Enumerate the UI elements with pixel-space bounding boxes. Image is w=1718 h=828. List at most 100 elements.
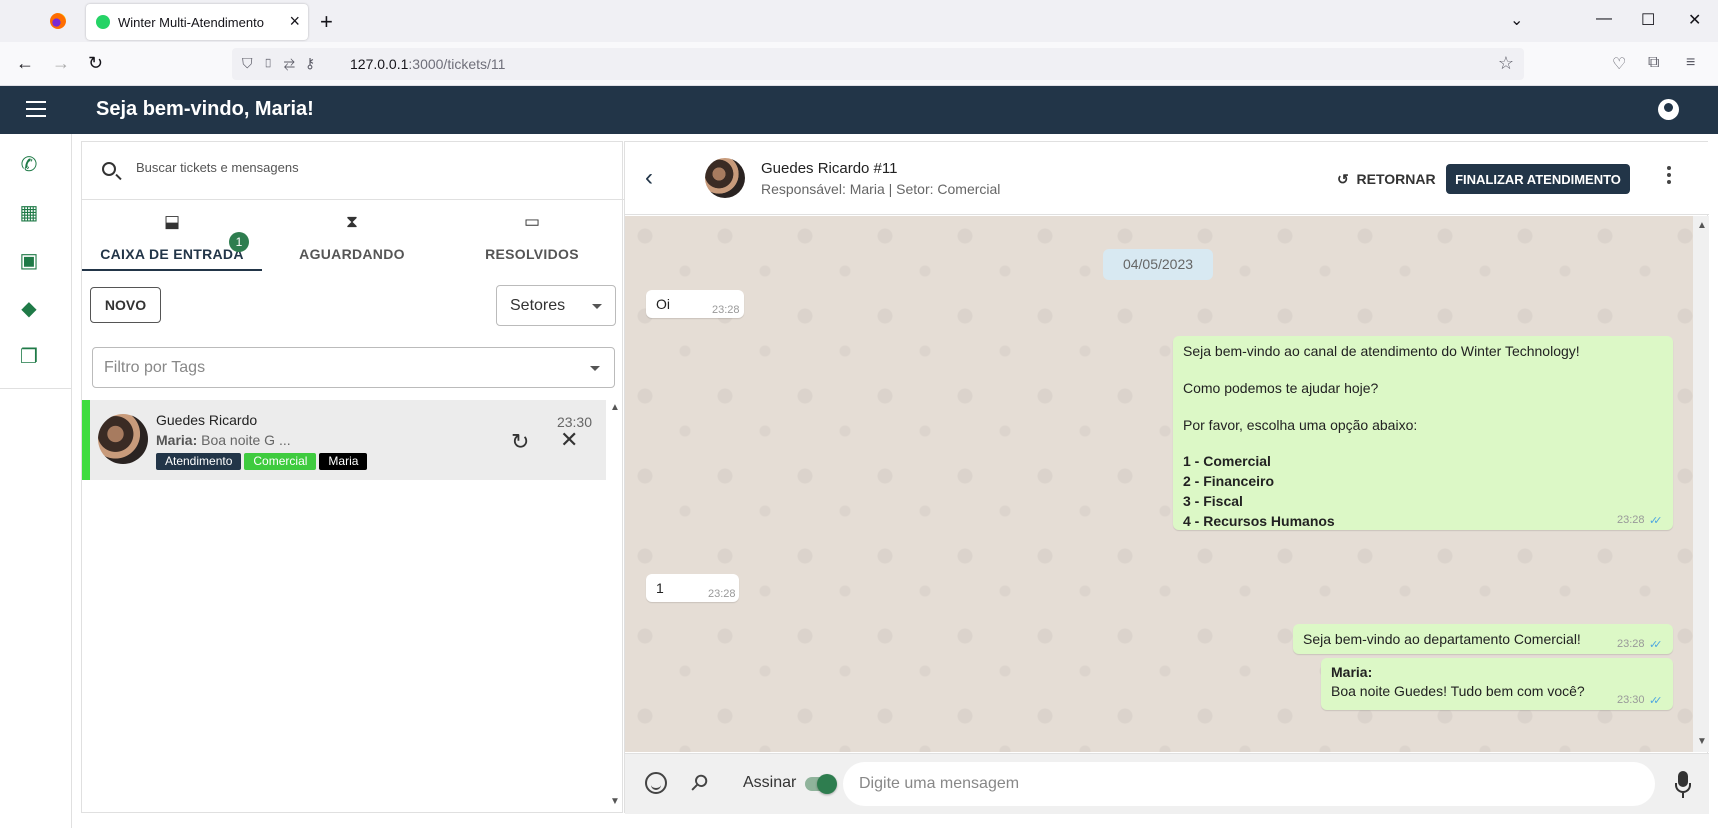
message-text: Seja bem-vindo ao departamento Comercial… (1303, 631, 1581, 647)
contacts-icon[interactable]: ▣ (18, 250, 40, 272)
window-close-icon[interactable]: ✕ (1688, 10, 1701, 30)
chat-header: ‹ Guedes Ricardo #11 Responsável: Maria … (625, 142, 1709, 215)
bookmark-star-icon[interactable]: ☆ (1498, 53, 1514, 74)
message-time: 23:28 (1617, 638, 1645, 650)
whatsapp-favicon-icon (96, 15, 110, 29)
message-text: Por favor, escolha uma opção abaixo: (1183, 417, 1418, 433)
back-nav-icon[interactable]: ← (16, 53, 34, 74)
firefox-icon[interactable] (50, 13, 66, 29)
account-icon[interactable] (1658, 99, 1679, 120)
message-text: 3 - Fiscal (1183, 493, 1243, 509)
message-text: Seja bem-vindo ao canal de atendimento d… (1183, 343, 1580, 359)
tag-filter-placeholder: Filtro por Tags (104, 359, 206, 376)
tab-waiting[interactable]: ⧗ AGUARDANDO (262, 200, 442, 272)
message-text: Boa noite Guedes! Tudo bem com você? (1331, 683, 1585, 699)
new-ticket-button[interactable]: NOVO (90, 287, 161, 323)
microphone-icon[interactable] (1675, 771, 1691, 793)
scroll-up-icon[interactable]: ▲ (610, 402, 620, 413)
sign-toggle-switch[interactable] (805, 774, 837, 794)
tags-icon[interactable]: ◆ (18, 298, 40, 320)
extensions-icon[interactable]: ⧉ (1648, 54, 1659, 72)
side-navigation: ✆ ▦ ▣ ◆ ❐ (0, 134, 72, 828)
message-composer: ⚲ Assinar (625, 753, 1709, 814)
hourglass-icon: ⧗ (346, 212, 358, 231)
archive-icon: ▭ (523, 212, 541, 231)
minimize-icon[interactable]: — (1596, 10, 1612, 28)
chat-subtitle: Responsável: Maria | Setor: Comercial (761, 181, 1001, 197)
scroll-up-icon[interactable]: ▲ (1697, 220, 1707, 231)
search-input[interactable] (136, 160, 606, 175)
chat-contact-name: Guedes Ricardo #11 (761, 160, 898, 177)
return-button[interactable]: ↺ RETORNAR (1329, 164, 1444, 194)
maximize-icon[interactable]: ☐ (1641, 10, 1655, 30)
url-security-icons: ⛉▯⇄⚷ (242, 55, 326, 71)
chats-icon[interactable]: ❐ (18, 346, 40, 368)
close-tab-icon[interactable]: × (289, 11, 300, 31)
attach-icon[interactable]: ⚲ (684, 768, 714, 798)
scroll-down-icon[interactable]: ▼ (610, 796, 620, 807)
message-time: 23:28 (712, 304, 740, 316)
return-button-label: RETORNAR (1356, 170, 1436, 187)
microphone-stand (1682, 793, 1684, 798)
message-text: 1 - Comercial (1183, 453, 1271, 469)
url-bar[interactable]: ⛉▯⇄⚷ 127.0.0.1:3000/tickets/11 ☆ (232, 48, 1524, 80)
browser-tab[interactable]: Winter Multi-Atendimento × (86, 4, 308, 40)
ticket-list: Guedes Ricardo Maria: Boa noite G ... At… (82, 398, 606, 812)
url-text[interactable]: 127.0.0.1:3000/tickets/11 (350, 56, 505, 72)
message-text: 2 - Financeiro (1183, 473, 1275, 489)
tab-resolved[interactable]: ▭ RESOLVIDOS (442, 200, 622, 272)
message-text: Como podemos te ajudar hoje? (1183, 380, 1379, 396)
reload-icon[interactable]: ↻ (88, 53, 103, 74)
chevron-down-icon (590, 366, 600, 371)
message-input[interactable] (843, 762, 1655, 806)
emoji-icon[interactable] (645, 772, 667, 794)
messages-scrollbar[interactable]: ▲ ▼ (1693, 216, 1709, 752)
message-time: 23:28 (1617, 514, 1645, 526)
tab-list-chevron-icon[interactable]: ⌄ (1510, 10, 1523, 30)
chat-panel: ‹ Guedes Ricardo #11 Responsável: Maria … (624, 141, 1709, 814)
forward-nav-icon[interactable]: → (52, 53, 70, 74)
message-bubble-incoming: Oi 23:28 (646, 290, 744, 318)
back-icon[interactable]: ‹ (645, 164, 653, 192)
inbox-icon: ⬓ (163, 212, 181, 231)
hamburger-menu-icon[interactable] (26, 101, 46, 117)
message-text: 4 - Recursos Humanos (1183, 513, 1335, 529)
more-vert-icon[interactable] (1667, 166, 1671, 184)
finish-service-button[interactable]: FINALIZAR ATENDIMENTO (1446, 164, 1630, 194)
message-text: Maria: (1331, 664, 1373, 680)
avatar (98, 414, 148, 464)
message-bubble-outgoing: Maria: Boa noite Guedes! Tudo bem com vo… (1321, 658, 1673, 710)
double-check-icon: ✓✓ (1649, 639, 1663, 651)
browser-navbar: ← → ↻ ⛉▯⇄⚷ 127.0.0.1:3000/tickets/11 ☆ ♡… (0, 42, 1718, 86)
whatsapp-icon[interactable]: ✆ (18, 154, 40, 176)
sector-select[interactable]: Setores (496, 285, 616, 326)
avatar (705, 158, 745, 198)
tag-badge: Comercial (244, 453, 317, 470)
close-ticket-icon[interactable]: ✕ (560, 427, 578, 453)
dashboard-icon[interactable]: ▦ (18, 202, 40, 224)
app-menu-icon[interactable]: ≡ (1686, 54, 1695, 72)
scroll-down-icon[interactable]: ▼ (1697, 736, 1707, 747)
browser-tabbar: Winter Multi-Atendimento × + ⌄ — ☐ ✕ (0, 0, 1718, 42)
ticket-list-item[interactable]: Guedes Ricardo Maria: Boa noite G ... At… (82, 400, 606, 480)
message-time: 23:28 (708, 588, 736, 600)
return-ticket-icon[interactable]: ↻ (511, 429, 529, 455)
browser-tab-title: Winter Multi-Atendimento (118, 15, 264, 30)
double-check-icon: ✓✓ (1649, 515, 1663, 527)
ticket-list-scrollbar[interactable]: ▲ ▼ (606, 398, 622, 812)
ticket-search (82, 142, 624, 200)
date-separator: 04/05/2023 (1103, 249, 1213, 280)
tag-filter-select[interactable]: Filtro por Tags (92, 347, 615, 388)
messages-area: 04/05/2023 Oi 23:28 Seja bem-vindo ao ca… (625, 216, 1693, 752)
tag-badge: Atendimento (156, 453, 242, 470)
inbox-count-badge: 1 (229, 232, 249, 252)
tab-waiting-label: AGUARDANDO (299, 246, 405, 262)
ticket-tabs: ⬓ CAIXA DE ENTRADA ⧗ AGUARDANDO ▭ RESOLV… (82, 200, 624, 272)
message-text: 1 (656, 580, 664, 596)
new-tab-icon[interactable]: + (320, 9, 333, 35)
ticket-last-message: Maria: Boa noite G ... (156, 432, 291, 448)
pocket-icon[interactable]: ♡ (1612, 54, 1626, 74)
message-text: Oi (656, 296, 670, 312)
welcome-title: Seja bem-vindo, Maria! (96, 98, 314, 120)
message-bubble-outgoing: Seja bem-vindo ao canal de atendimento d… (1173, 336, 1673, 530)
